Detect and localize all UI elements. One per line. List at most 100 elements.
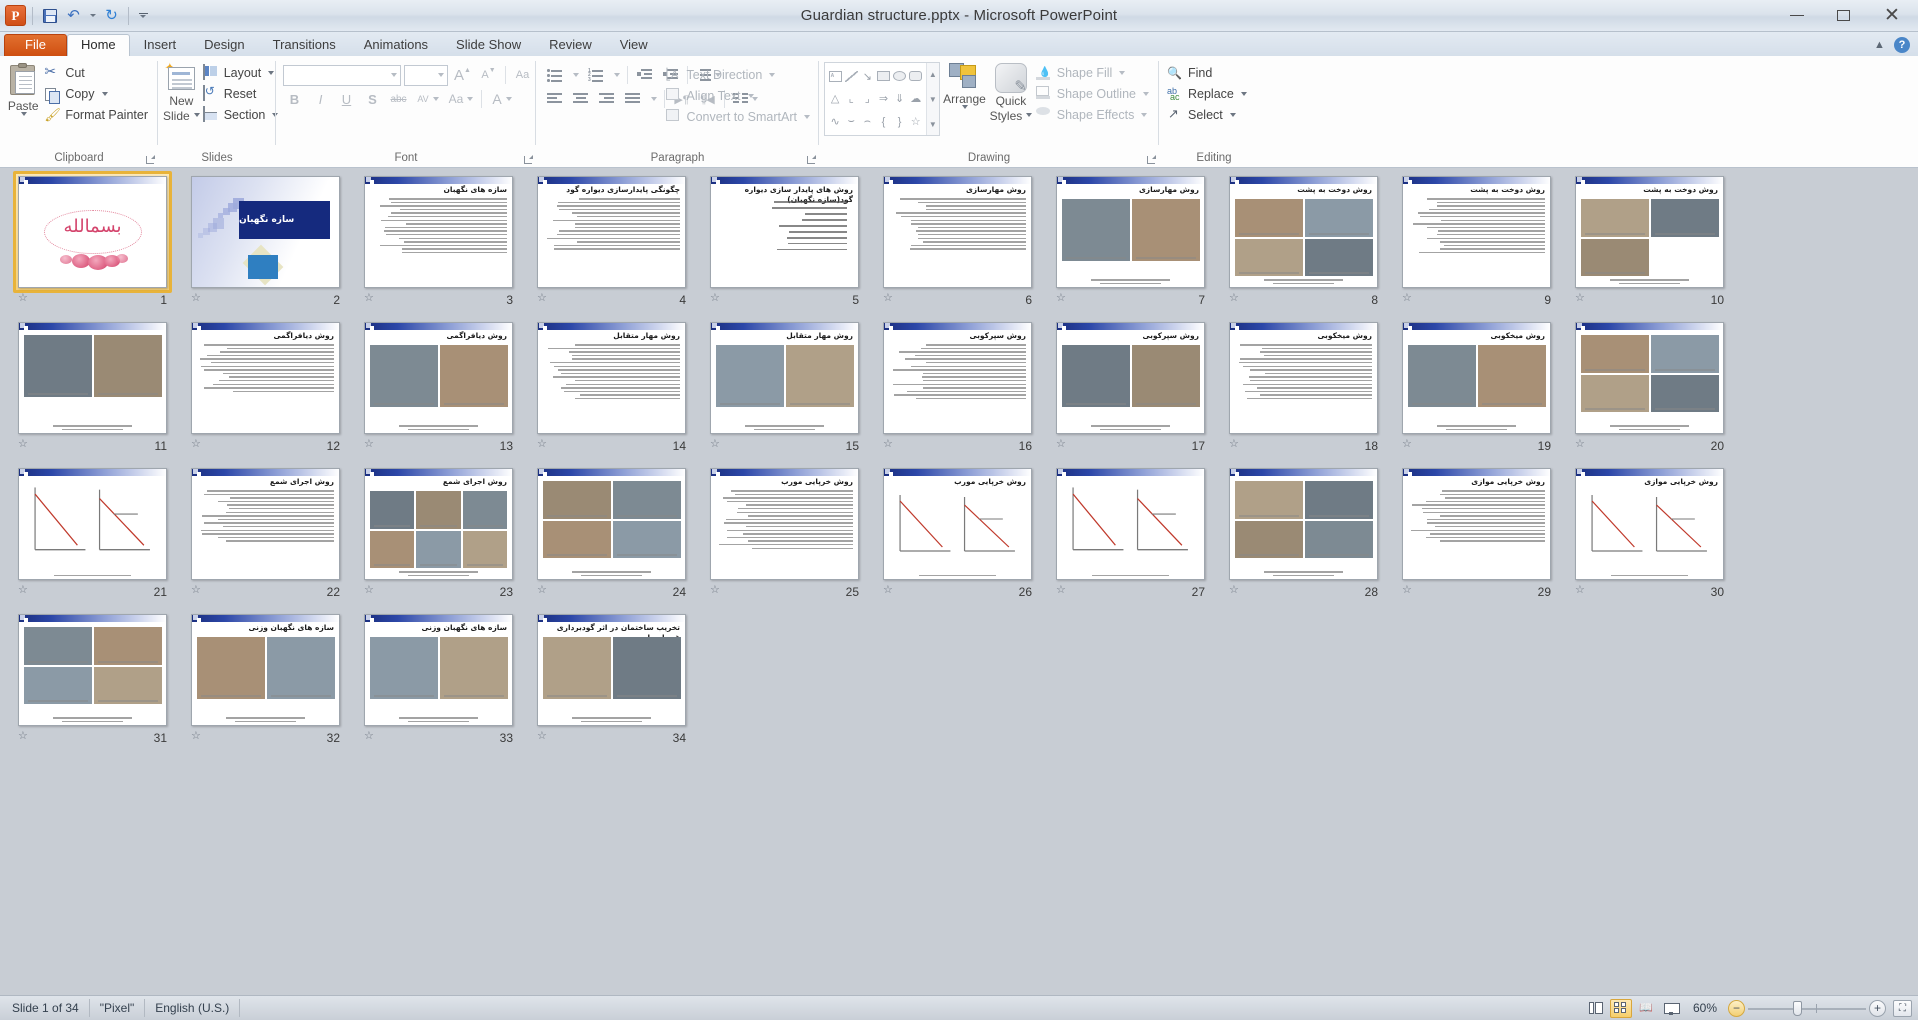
transition-star-icon[interactable] <box>710 293 723 306</box>
italic-button[interactable]: I <box>309 88 332 110</box>
transition-star-icon[interactable] <box>191 585 204 598</box>
tab-transitions[interactable]: Transitions <box>259 34 350 56</box>
zoom-slider[interactable] <box>1748 1000 1866 1017</box>
transition-star-icon[interactable] <box>191 731 204 744</box>
grow-font-button[interactable]: A ▲ <box>451 64 474 86</box>
slide-thumbnail-9[interactable]: روش دوخت به پشت 9 <box>1392 176 1565 322</box>
slide-sorter-view-button[interactable] <box>1609 998 1632 1018</box>
transition-star-icon[interactable] <box>537 731 550 744</box>
shape-down-arrow-icon[interactable]: ⇓ <box>892 88 908 111</box>
slide-thumbnail-25[interactable]: روش خرپایی مورب 25 <box>700 468 873 614</box>
shrink-font-button[interactable]: A ▼ <box>477 64 500 86</box>
underline-button[interactable]: U <box>335 88 358 110</box>
theme-name[interactable]: "Pixel" <box>90 999 146 1017</box>
shape-rounded-rectangle-icon[interactable] <box>908 65 924 88</box>
normal-view-button[interactable] <box>1585 999 1607 1018</box>
tab-slide-show[interactable]: Slide Show <box>442 34 535 56</box>
thumbnail-frame[interactable]: روش سپرکوبی <box>883 322 1032 434</box>
slide-thumbnail-2[interactable]: سازه نگهبان 2 <box>181 176 354 322</box>
numbering-button[interactable]: 123 <box>584 64 607 86</box>
transition-star-icon[interactable] <box>883 585 896 598</box>
transition-star-icon[interactable] <box>18 585 31 598</box>
tab-insert[interactable]: Insert <box>130 34 191 56</box>
shape-right-arrow-icon[interactable]: ⇒ <box>875 88 891 111</box>
decrease-indent-button[interactable] <box>633 64 656 86</box>
thumbnail-frame[interactable]: روش اجرای شمع <box>191 468 340 580</box>
thumbnail-frame[interactable]: روش سپرکوبی <box>1056 322 1205 434</box>
slide-thumbnail-26[interactable]: روش خرپایی مورب 26 <box>873 468 1046 614</box>
columns-dropdown[interactable] <box>647 88 659 110</box>
transition-star-icon[interactable] <box>191 293 204 306</box>
thumbnail-frame[interactable] <box>1056 468 1205 580</box>
slide-thumbnail-7[interactable]: روش مهارسازی 7 <box>1046 176 1219 322</box>
thumbnail-frame[interactable]: روش مهار متقابل <box>537 322 686 434</box>
thumbnail-frame[interactable]: روش میخکوبی <box>1229 322 1378 434</box>
thumbnail-frame[interactable]: روش دیافراگمی <box>191 322 340 434</box>
thumbnail-frame[interactable]: روش اجرای شمع <box>364 468 513 580</box>
slide-show-button[interactable] <box>1660 999 1682 1018</box>
new-slide-button[interactable]: ✦ New Slide <box>163 60 200 122</box>
bold-button[interactable]: B <box>283 88 306 110</box>
change-case-button[interactable]: Aa <box>446 88 476 110</box>
zoom-out-button[interactable]: − <box>1728 999 1745 1017</box>
thumbnail-frame[interactable] <box>18 468 167 580</box>
transition-star-icon[interactable] <box>1575 293 1588 306</box>
transition-star-icon[interactable] <box>1056 439 1069 452</box>
transition-star-icon[interactable] <box>364 293 377 306</box>
transition-star-icon[interactable] <box>1229 439 1242 452</box>
copy-button[interactable]: Copy <box>41 83 153 104</box>
save-button[interactable] <box>39 5 60 26</box>
thumbnail-frame[interactable] <box>1575 322 1724 434</box>
shape-fill-button[interactable]: Shape Fill <box>1033 62 1154 83</box>
transition-star-icon[interactable] <box>18 731 31 744</box>
slide-thumbnail-6[interactable]: روش مهارسازی 6 <box>873 176 1046 322</box>
shape-rectangle-icon[interactable] <box>875 65 891 88</box>
numbering-dropdown[interactable] <box>610 64 622 86</box>
text-shadow-button[interactable]: S <box>361 88 384 110</box>
slide-thumbnail-13[interactable]: روش دیافراگمی 13 <box>354 322 527 468</box>
font-dialog-launcher[interactable] <box>521 153 533 164</box>
slide-sorter-pane[interactable]: بسمالله 1 سازه نگهبان 2 سازه های نگهبان 3 چگون… <box>0 168 1918 995</box>
shapes-more-icon[interactable]: ▼ <box>927 113 939 135</box>
reading-view-button[interactable] <box>1635 999 1657 1018</box>
bullets-dropdown[interactable] <box>569 64 581 86</box>
tab-file[interactable]: File <box>4 34 67 56</box>
thumbnail-frame[interactable]: روش خرپایی موازی <box>1402 468 1551 580</box>
transition-star-icon[interactable] <box>1575 439 1588 452</box>
slide-thumbnail-21[interactable]: 21 <box>8 468 181 614</box>
slide-indicator[interactable]: Slide 1 of 34 <box>0 999 90 1017</box>
transition-star-icon[interactable] <box>883 439 896 452</box>
redo-button[interactable]: ↻ <box>101 5 122 26</box>
select-button[interactable]: Select <box>1164 104 1252 125</box>
thumbnail-frame[interactable]: روش خرپایی مورب <box>883 468 1032 580</box>
thumbnail-frame[interactable] <box>18 322 167 434</box>
thumbnail-frame[interactable] <box>18 614 167 726</box>
slide-thumbnail-1[interactable]: بسمالله 1 <box>8 171 181 322</box>
slide-thumbnail-31[interactable]: 31 <box>8 614 181 760</box>
transition-star-icon[interactable] <box>18 439 31 452</box>
thumbnail-frame[interactable]: روش های پایدار سازی دیواره گود(سازه نگهب… <box>710 176 859 288</box>
shape-left-brace-icon[interactable]: { <box>875 110 891 133</box>
shape-cloud-icon[interactable]: ☁ <box>908 88 924 111</box>
tab-animations[interactable]: Animations <box>350 34 442 56</box>
replace-button[interactable]: Replace <box>1164 83 1252 104</box>
shape-line-icon[interactable] <box>843 65 859 88</box>
close-button[interactable]: ✕ <box>1866 0 1918 31</box>
minimize-button[interactable] <box>1774 0 1820 31</box>
transition-star-icon[interactable] <box>364 731 377 744</box>
slide-thumbnail-29[interactable]: روش خرپایی موازی 29 <box>1392 468 1565 614</box>
minimize-ribbon-button[interactable]: ▲ <box>1872 38 1887 53</box>
transition-star-icon[interactable] <box>537 293 550 306</box>
zoom-in-button[interactable]: + <box>1869 999 1886 1017</box>
align-left-button[interactable] <box>543 88 566 110</box>
transition-star-icon[interactable] <box>191 439 204 452</box>
slide-thumbnail-19[interactable]: روش میخکوبی 19 <box>1392 322 1565 468</box>
cut-button[interactable]: Cut <box>41 62 153 83</box>
zoom-slider-handle[interactable] <box>1792 1000 1802 1016</box>
transition-star-icon[interactable] <box>710 439 723 452</box>
align-right-button[interactable] <box>595 88 618 110</box>
transition-star-icon[interactable] <box>1229 293 1242 306</box>
format-painter-button[interactable]: Format Painter <box>41 104 153 125</box>
thumbnail-frame[interactable]: روش مهارسازی <box>883 176 1032 288</box>
help-icon[interactable]: ? <box>1894 37 1910 53</box>
